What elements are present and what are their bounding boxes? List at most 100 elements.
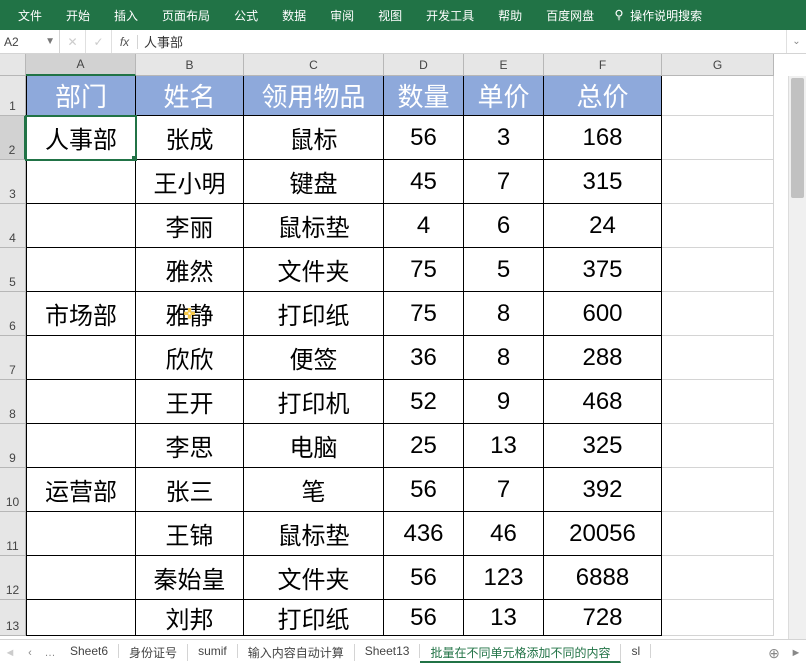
row-header-11[interactable]: 11 — [0, 512, 26, 556]
cell-D5[interactable]: 75 — [384, 248, 464, 292]
cell-B10[interactable]: 张三 — [136, 468, 244, 512]
cell-F5[interactable]: 375 — [544, 248, 662, 292]
cell-F10[interactable]: 392 — [544, 468, 662, 512]
cell-G5[interactable] — [662, 248, 774, 292]
cell-D11[interactable]: 436 — [384, 512, 464, 556]
sheet-tab-2[interactable]: sumif — [188, 644, 238, 658]
sheet-tab-1[interactable]: 身份证号 — [119, 644, 188, 661]
cell-D12[interactable]: 56 — [384, 556, 464, 600]
sheet-tab-0[interactable]: Sheet6 — [60, 644, 119, 658]
cell-C5[interactable]: 文件夹 — [244, 248, 384, 292]
cell-A6[interactable]: 市场部 — [26, 292, 136, 336]
ribbon-item-审阅[interactable]: 审阅 — [318, 0, 366, 30]
cell-G2[interactable] — [662, 116, 774, 160]
cell-F9[interactable]: 325 — [544, 424, 662, 468]
cell-E5[interactable]: 5 — [464, 248, 544, 292]
ribbon-item-开始[interactable]: 开始 — [54, 0, 102, 30]
row-header-4[interactable]: 4 — [0, 204, 26, 248]
cell-C9[interactable]: 电脑 — [244, 424, 384, 468]
cell-C2[interactable]: 鼠标 — [244, 116, 384, 160]
cell-D1[interactable]: 数量 — [384, 76, 464, 116]
cell-F13[interactable]: 728 — [544, 600, 662, 636]
sheet-tab-3[interactable]: 输入内容自动计算 — [238, 644, 355, 661]
cell-F12[interactable]: 6888 — [544, 556, 662, 600]
cell-B2[interactable]: 张成 — [136, 116, 244, 160]
cell-B3[interactable]: 王小明 — [136, 160, 244, 204]
cell-F8[interactable]: 468 — [544, 380, 662, 424]
chevron-down-icon[interactable]: ▼ — [45, 36, 55, 47]
cell-A7[interactable] — [26, 336, 136, 380]
column-header-C[interactable]: C — [244, 54, 384, 76]
add-sheet-button[interactable]: ⊕ — [762, 645, 786, 662]
cell-E13[interactable]: 13 — [464, 600, 544, 636]
cell-B11[interactable]: 王锦 — [136, 512, 244, 556]
row-header-13[interactable]: 13 — [0, 600, 26, 636]
cell-B8[interactable]: 王开 — [136, 380, 244, 424]
cell-F3[interactable]: 315 — [544, 160, 662, 204]
cell-A3[interactable] — [26, 160, 136, 204]
cell-B5[interactable]: 雅然 — [136, 248, 244, 292]
row-header-1[interactable]: 1 — [0, 76, 26, 116]
cell-C13[interactable]: 打印纸 — [244, 600, 384, 636]
cell-E4[interactable]: 6 — [464, 204, 544, 248]
cell-D4[interactable]: 4 — [384, 204, 464, 248]
formula-expand-button[interactable]: ⌄ — [786, 30, 806, 53]
cell-E2[interactable]: 3 — [464, 116, 544, 160]
row-header-8[interactable]: 8 — [0, 380, 26, 424]
fill-handle[interactable] — [132, 156, 136, 160]
cell-E1[interactable]: 单价 — [464, 76, 544, 116]
formula-input[interactable]: 人事部 — [138, 30, 786, 53]
row-header-5[interactable]: 5 — [0, 248, 26, 292]
cell-E3[interactable]: 7 — [464, 160, 544, 204]
cell-C12[interactable]: 文件夹 — [244, 556, 384, 600]
cell-G3[interactable] — [662, 160, 774, 204]
cell-A12[interactable] — [26, 556, 136, 600]
cell-G4[interactable] — [662, 204, 774, 248]
cell-A8[interactable] — [26, 380, 136, 424]
cell-G13[interactable] — [662, 600, 774, 636]
cell-B9[interactable]: 李思 — [136, 424, 244, 468]
cell-B12[interactable]: 秦始皇 — [136, 556, 244, 600]
row-header-7[interactable]: 7 — [0, 336, 26, 380]
ribbon-item-插入[interactable]: 插入 — [102, 0, 150, 30]
cell-A10[interactable]: 运营部 — [26, 468, 136, 512]
row-header-2[interactable]: 2 — [0, 116, 26, 160]
ribbon-item-页面布局[interactable]: 页面布局 — [150, 0, 222, 30]
row-header-12[interactable]: 12 — [0, 556, 26, 600]
cell-B13[interactable]: 刘邦 — [136, 600, 244, 636]
cell-B6[interactable]: 雅静✜ — [136, 292, 244, 336]
cell-D8[interactable]: 52 — [384, 380, 464, 424]
cell-A13[interactable] — [26, 600, 136, 636]
row-header-9[interactable]: 9 — [0, 424, 26, 468]
column-header-E[interactable]: E — [464, 54, 544, 76]
ribbon-item-开发工具[interactable]: 开发工具 — [414, 0, 486, 30]
cell-G6[interactable] — [662, 292, 774, 336]
cell-D10[interactable]: 56 — [384, 468, 464, 512]
sheet-tab-6[interactable]: sl — [621, 644, 651, 658]
cell-F2[interactable]: 168 — [544, 116, 662, 160]
column-header-F[interactable]: F — [544, 54, 662, 76]
cell-F7[interactable]: 288 — [544, 336, 662, 380]
cell-E6[interactable]: 8 — [464, 292, 544, 336]
ribbon-item-文件[interactable]: 文件 — [6, 0, 54, 30]
cell-E10[interactable]: 7 — [464, 468, 544, 512]
column-header-A[interactable]: A — [26, 54, 136, 76]
sheet-nav-first[interactable]: ◄ — [0, 640, 20, 666]
sheet-nav-prev[interactable]: ‹ — [20, 640, 40, 666]
row-header-3[interactable]: 3 — [0, 160, 26, 204]
cell-G12[interactable] — [662, 556, 774, 600]
cell-G7[interactable] — [662, 336, 774, 380]
cell-E8[interactable]: 9 — [464, 380, 544, 424]
cell-B1[interactable]: 姓名 — [136, 76, 244, 116]
cell-C3[interactable]: 键盘 — [244, 160, 384, 204]
cell-D7[interactable]: 36 — [384, 336, 464, 380]
ribbon-item-数据[interactable]: 数据 — [270, 0, 318, 30]
name-box[interactable]: A2 ▼ — [0, 30, 60, 53]
cell-G9[interactable] — [662, 424, 774, 468]
cell-G11[interactable] — [662, 512, 774, 556]
cell-D6[interactable]: 75 — [384, 292, 464, 336]
cell-F4[interactable]: 24 — [544, 204, 662, 248]
cell-A2[interactable]: 人事部 — [26, 116, 136, 160]
cell-E12[interactable]: 123 — [464, 556, 544, 600]
cell-C7[interactable]: 便签 — [244, 336, 384, 380]
